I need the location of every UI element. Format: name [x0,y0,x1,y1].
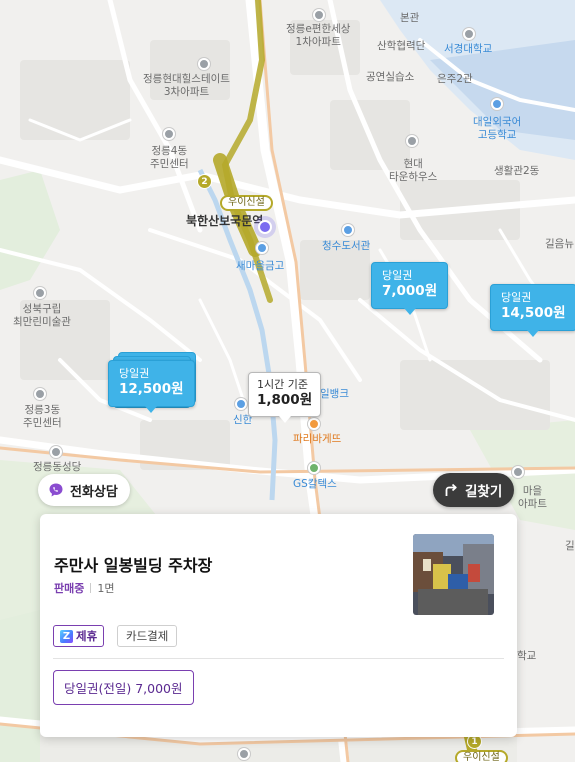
selected-parking-marker[interactable]: 1시간 기준 1,800원 [248,372,322,423]
map-label: 청수도서관 [322,240,371,252]
map-label: 공연실습소 [366,71,415,83]
map-label: 현대 타운하우스 [389,158,438,184]
parking-lot-photo[interactable] [413,534,494,615]
map-label: 길 [565,540,575,552]
bank-icon [256,242,268,254]
marker-type: 당일권 [119,367,150,380]
subway-line-label: 우이신설 [220,195,273,211]
marker-type: 당일권 [501,291,532,304]
map-label: 정릉동성당 [33,461,82,473]
directions-button[interactable]: 길찾기 [433,473,515,507]
map-label: 일뱅크 [320,388,349,400]
subway-line-badge: 2 [197,174,212,189]
partner-z-icon: Z [60,629,73,643]
marker-price: 12,500원 [119,381,184,398]
apartment-icon [238,748,250,760]
parking-price-marker[interactable]: 당일권 14,500원 [490,284,575,337]
map-label: 생활관2동 [494,165,540,177]
map-label: 산학협력단 [377,40,426,52]
parking-price-marker-cluster[interactable]: 당일권 12,500원 [108,360,195,413]
bakery-icon [308,418,320,430]
status-row: 판매중 1면 [54,580,115,596]
map-label: 정릉현대힐스테이트 3차아파트 [143,73,230,99]
apartment-icon [313,9,325,21]
marker-price: 14,500원 [501,305,566,322]
gas-station-icon [308,462,320,474]
library-icon [342,224,354,236]
phone-consult-button[interactable]: 전화상담 [38,474,130,506]
map-label: 은주2관 [437,73,473,85]
map-label: 성북구립 최만린미술관 [13,303,71,329]
marker-type: 당일권 [382,269,413,282]
map-label: 새마을금고 [236,260,285,272]
day-pass-button[interactable]: 당일권(전일) 7,000원 [53,670,194,705]
card-divider [53,658,504,659]
available-slots: 1면 [97,582,115,595]
apartment-icon [198,58,210,70]
school-icon [463,28,475,40]
map-label: 정릉3동 주민센터 [23,404,62,430]
government-office-icon [163,128,175,140]
partner-tag-label: 제휴 [76,629,98,643]
parking-lot-photo-image [413,534,494,615]
map-label: 본관 [400,12,420,24]
marker-price: 1,800원 [257,392,313,409]
government-office-icon [34,388,46,400]
marker-type: 1시간 기준 [257,378,308,391]
route-arrow-icon [445,483,457,496]
card-payment-tag: 카드결제 [117,625,178,647]
parking-price-marker[interactable]: 당일권 7,000원 [371,262,449,315]
map-label: 정릉4동 주민센터 [150,145,189,171]
map-label: 길음뉴 [545,238,574,250]
map-label: 서경대학교 [444,43,493,55]
map-label: 정릉e편한세상 1차아파트 [286,23,351,49]
apartment-icon [512,466,524,478]
map-label: 대일외국어 고등학교 [473,116,522,142]
subway-line-label: 우이신설 [455,750,508,762]
apartment-icon [406,135,418,147]
bank-icon [235,398,247,410]
phone-chat-icon [49,483,63,497]
divider [90,583,92,593]
museum-icon [34,287,46,299]
sale-status: 판매중 [54,582,85,595]
station-label: 북한산보국문역 [186,214,264,228]
partner-tag: Z 제휴 [53,625,105,647]
map-label: GS칼텍스 [293,478,337,490]
church-icon [50,446,62,458]
current-location-icon [258,220,272,234]
parking-lot-name: 주만사 일봉빌딩 주차장 [54,556,213,575]
school-icon [491,98,503,110]
parking-info-card[interactable]: 주만사 일봉빌딩 주차장 판매중 1면 Z 제휴 카드결제 당일권(전일) 7,… [40,514,517,737]
phone-consult-label: 전화상담 [70,484,118,500]
map-label: 학교 [517,650,537,662]
map-label: 파리바게뜨 [293,433,342,445]
map-label: 마을 아파트 [518,485,547,511]
directions-label: 길찾기 [465,484,503,500]
marker-price: 7,000원 [382,283,438,300]
